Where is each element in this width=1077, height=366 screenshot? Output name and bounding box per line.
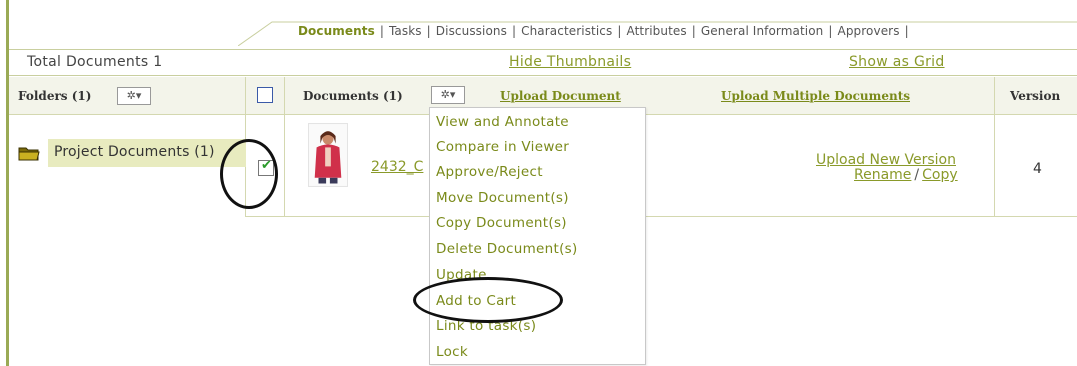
tab-separator: | [617,24,622,38]
menu-item-link-to-tasks[interactable]: Link to task(s) [436,318,536,334]
tab-characteristics[interactable]: Characteristics [521,24,612,38]
total-documents-label: Total Documents 1 [27,54,163,70]
column-divider [245,77,246,115]
rename-link[interactable]: Rename [854,167,911,183]
menu-item-update[interactable]: Update [436,267,487,283]
tab-documents[interactable]: Documents [298,24,375,38]
tab-general-information[interactable]: General Information [701,24,823,38]
tab-separator: | [904,24,909,38]
column-divider [994,77,995,115]
version-header: Version [1010,89,1061,103]
select-all-checkbox[interactable] [257,87,273,103]
show-as-grid-link[interactable]: Show as Grid [849,54,945,70]
menu-item-lock[interactable]: Lock [436,344,468,360]
document-thumbnail[interactable] [308,123,348,187]
tab-discussions[interactable]: Discussions [436,24,507,38]
folders-header: Folders (1) [18,89,92,103]
menu-item-copy-documents[interactable]: Copy Document(s) [436,215,567,231]
upload-multiple-documents-link[interactable]: Upload Multiple Documents [721,89,910,103]
tab-tasks[interactable]: Tasks [389,24,422,38]
document-name-link[interactable]: 2432_C [371,159,423,175]
menu-item-delete-documents[interactable]: Delete Document(s) [436,241,578,257]
link-separator: / [914,167,920,183]
documents-header: Documents (1) [303,89,403,103]
menu-item-compare-in-viewer[interactable]: Compare in Viewer [436,139,569,155]
documents-action-menu: View and Annotate Compare in Viewer Appr… [429,107,646,365]
summary-row: Total Documents 1 Hide Thumbnails Show a… [9,49,1077,76]
menu-item-view-and-annotate[interactable]: View and Annotate [436,114,569,130]
tab-separator: | [379,24,384,38]
tab-separator: | [828,24,833,38]
menu-item-move-documents[interactable]: Move Document(s) [436,190,569,206]
documents-gear-menu-button[interactable]: ✲▾ [431,86,465,104]
column-divider [284,77,285,115]
upload-document-link[interactable]: Upload Document [500,89,621,103]
checkmark-icon: ✔ [261,158,272,173]
folder-item-project-documents[interactable]: Project Documents (1) [18,139,246,167]
column-divider [284,115,285,217]
copy-link[interactable]: Copy [922,167,958,183]
tab-bar: Documents | Tasks | Discussions | Characterist… [238,20,1077,46]
rename-copy-links: Rename / Copy [854,167,958,183]
version-value: 4 [1033,161,1042,177]
folder-icon [18,147,40,161]
tab-attributes[interactable]: Attributes [627,24,687,38]
menu-item-approve-reject[interactable]: Approve/Reject [436,164,543,180]
folders-gear-menu-button[interactable]: ✲▾ [117,87,151,105]
document-row-checkbox[interactable]: ✔ [258,158,274,176]
tab-separator: | [691,24,696,38]
table-row: ✔ 2432_C Upload New Version Rename / Copy … [246,115,1077,217]
tab-separator: | [426,24,431,38]
tab-separator: | [511,24,517,38]
column-divider [994,115,995,217]
hide-thumbnails-link[interactable]: Hide Thumbnails [509,54,631,70]
tab-approvers[interactable]: Approvers [838,24,900,38]
folder-item-label: Project Documents (1) [54,144,215,160]
menu-item-add-to-cart[interactable]: Add to Cart [436,293,516,309]
upload-new-version-link[interactable]: Upload New Version [816,152,956,168]
